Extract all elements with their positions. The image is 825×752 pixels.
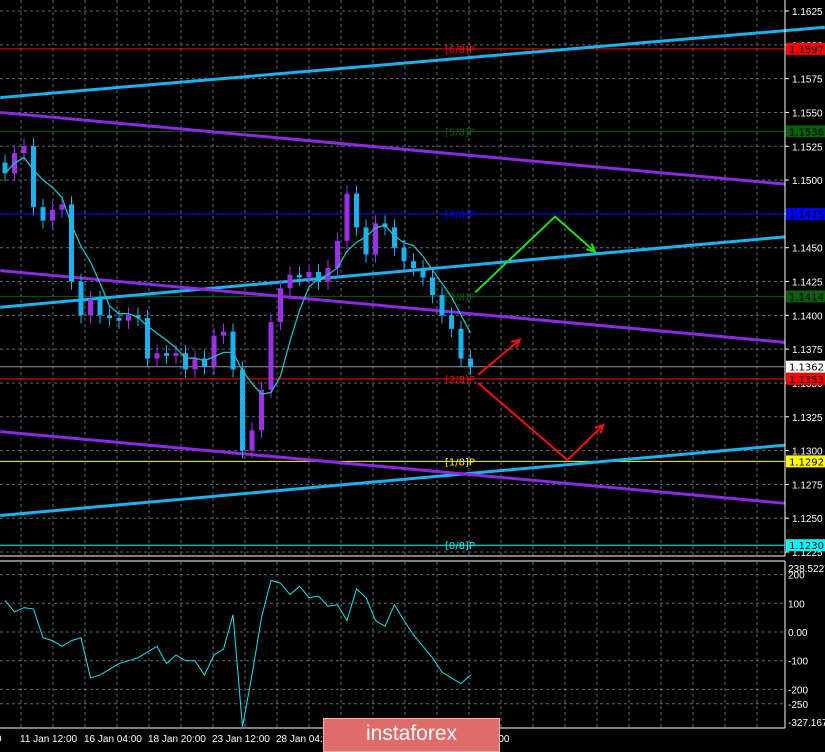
trend-line (0, 443, 786, 517)
murrey-level-label: [2/8]P (445, 375, 475, 386)
candle-body (249, 430, 255, 451)
indicator-y-label: 0.00 (788, 628, 808, 639)
candle-body (154, 353, 160, 359)
candle-body (449, 315, 454, 329)
price-chart: 1.16251.16001.15751.15501.15251.15001.14… (0, 0, 825, 745)
candle-body (221, 331, 226, 336)
candle-body (211, 335, 217, 367)
cci-line (4, 579, 471, 727)
y-tick-label: 1.1525 (792, 142, 823, 153)
trend-line (0, 110, 786, 186)
candle-body (439, 295, 445, 316)
murrey-level-label: [5/8]P (445, 127, 475, 138)
candle-body (468, 358, 473, 367)
x-tick-label: 11 Jan 12:00 (20, 734, 78, 745)
candle-body (268, 322, 274, 390)
x-tick-label: 16 Jan 04:00 (84, 734, 142, 745)
price-label: 1.1597 (789, 45, 824, 56)
candle-body (192, 358, 198, 370)
x-tick-label: 18 Jan 20:00 (148, 734, 206, 745)
candle-body (259, 389, 264, 431)
candle-body (88, 299, 93, 316)
candle-body (297, 274, 302, 278)
murrey-level-label: [0/8]P (445, 541, 475, 552)
x-tick-label: 23 Jan 12:00 (212, 734, 270, 745)
candle-body (458, 328, 464, 359)
indicator-y-label: 100 (788, 599, 805, 610)
price-label: 1.1536 (789, 127, 824, 138)
candle-body (59, 204, 65, 210)
candle-body (363, 227, 369, 255)
indicator-y-label: -250 (788, 700, 808, 711)
y-tick-label: 1.1550 (792, 108, 823, 119)
candle-body (173, 353, 179, 356)
trend-line (0, 430, 786, 505)
y-tick-label: 1.1450 (792, 244, 823, 255)
candle-body (21, 146, 27, 154)
candle-body (430, 277, 435, 296)
forecast-arrow (477, 382, 605, 462)
y-tick-label: 1.1375 (792, 345, 823, 356)
current-price-label: 1.1362 (789, 363, 824, 374)
candle-body (116, 318, 122, 321)
price-label: 1.1475 (789, 210, 824, 221)
y-tick-label: 1.1400 (792, 311, 823, 322)
price-label: 1.1414 (789, 292, 824, 303)
candle-body (306, 272, 312, 278)
trend-line (0, 25, 825, 100)
murrey-level-label: [6/8]P (445, 45, 475, 56)
candle-body (31, 146, 36, 208)
instaforex-logo: instaforex (323, 718, 500, 752)
y-tick-label: 1.1250 (792, 514, 823, 525)
candle-body (40, 207, 46, 221)
candle-body (240, 369, 245, 451)
candle-body (107, 315, 112, 319)
y-tick-label: 1.1500 (792, 176, 823, 187)
candle-body (50, 209, 55, 221)
y-tick-label: 1.1575 (792, 75, 823, 86)
candle-body (420, 267, 426, 278)
price-label: 1.1230 (789, 541, 824, 552)
candle-body (78, 281, 84, 316)
candle-body (287, 274, 293, 289)
price-label: 1.1353 (789, 375, 824, 386)
y-tick-label: 1.1425 (792, 278, 823, 289)
candle-body (164, 353, 169, 356)
indicator-y-label: 200 (788, 571, 805, 582)
murrey-level-label: [4/8]P (445, 210, 475, 221)
candle-body (401, 247, 407, 262)
indicator-y-label: -200 (788, 685, 808, 696)
candle-body (411, 261, 416, 268)
candle-body (97, 299, 103, 316)
candle-body (278, 288, 283, 323)
y-tick-label: 1.1625 (792, 7, 823, 18)
candle-body (230, 331, 236, 370)
x-tick-label: 0 (0, 734, 2, 745)
moving-average-line (4, 156, 472, 396)
candle-body (126, 315, 131, 321)
forecast-arrow (477, 338, 521, 376)
price-label: 1.1292 (789, 457, 824, 468)
indicator-y-label: -100 (788, 657, 808, 668)
y-tick-label: 1.1275 (792, 480, 823, 491)
candle-body (344, 193, 350, 241)
murrey-level-label: [1/8]P (445, 457, 475, 468)
candle-body (354, 193, 359, 228)
indicator-y-label: -327.167 (788, 718, 825, 729)
y-tick-label: 1.1325 (792, 413, 823, 424)
candle-body (69, 204, 74, 282)
